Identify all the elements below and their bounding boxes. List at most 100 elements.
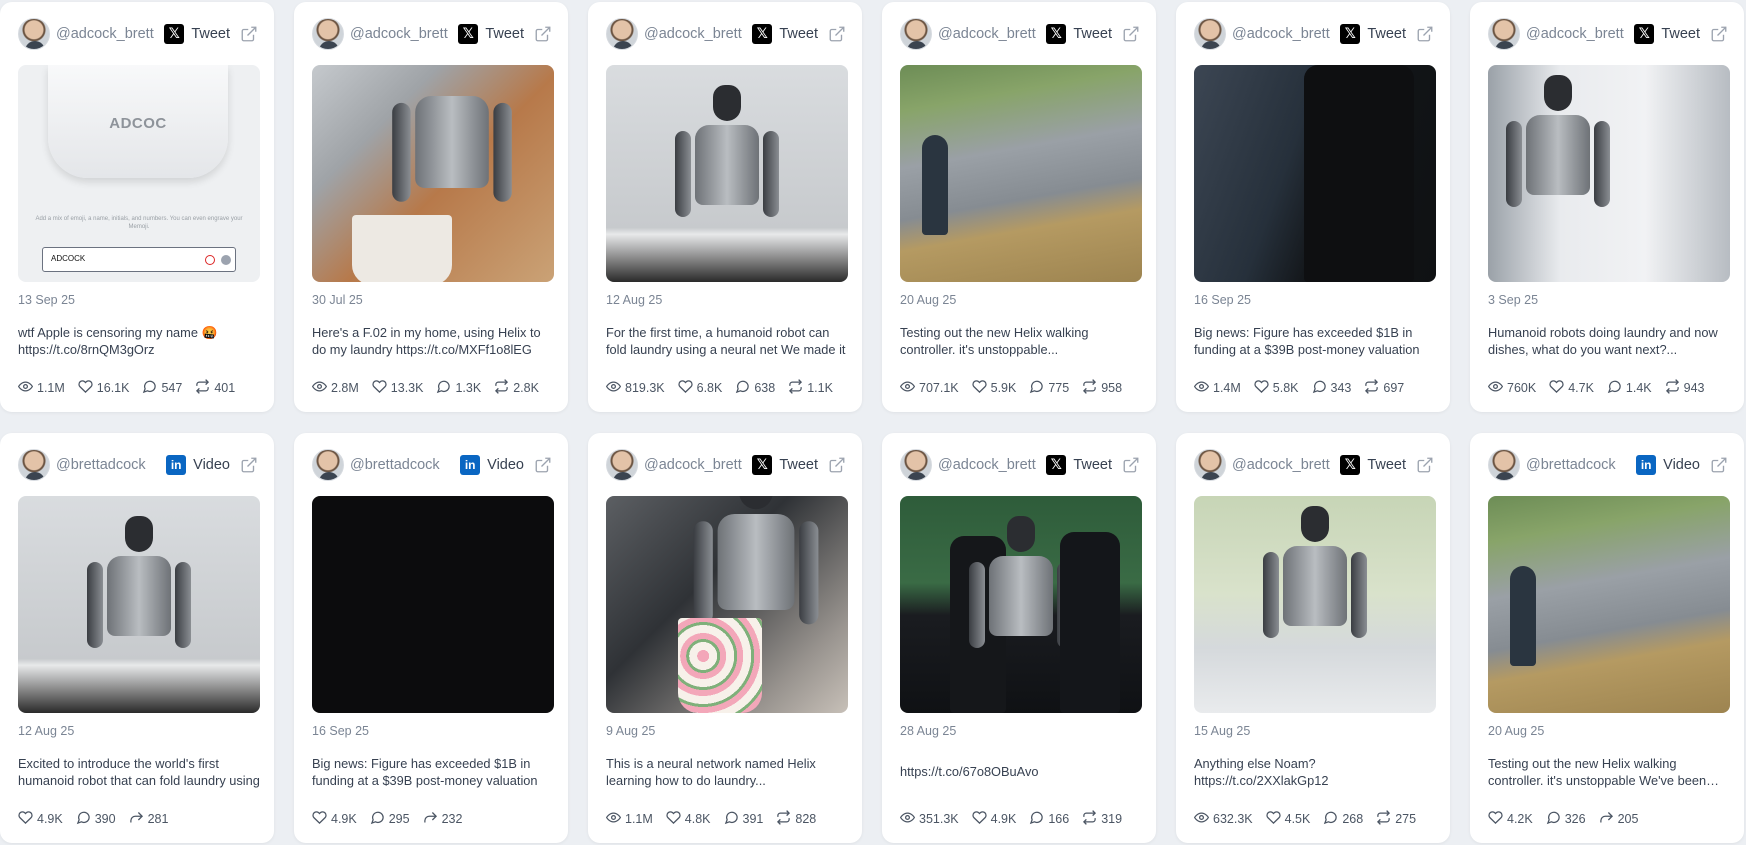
author-handle[interactable]: @adcock_brett xyxy=(938,457,1036,473)
post-card[interactable]: @adcock_brett 𝕏 Tweet 30 Jul 25 Here's a F.0… xyxy=(294,2,568,412)
post-date: 12 Aug 25 xyxy=(606,293,663,307)
comment-icon xyxy=(735,379,754,397)
post-text: Anything else Noam? https://t.co/2XXlakG… xyxy=(1194,756,1329,788)
author-handle[interactable]: @adcock_brett xyxy=(938,26,1036,42)
avatar[interactable] xyxy=(1488,18,1520,50)
post-media[interactable] xyxy=(1488,65,1730,282)
avatar[interactable] xyxy=(900,449,932,481)
card-header: @adcock_brett 𝕏 Tweet xyxy=(1194,449,1434,481)
post-card[interactable]: @adcock_brett 𝕏 Tweet 15 Aug 25 Anything els… xyxy=(1176,433,1450,843)
comment-icon xyxy=(1607,379,1626,397)
post-media[interactable]: ADCOC Add a mix of emoji, a name, initial… xyxy=(18,65,260,282)
stat-eye: 760K xyxy=(1487,379,1536,397)
external-link-icon[interactable] xyxy=(1122,25,1140,43)
engraving-field: ADCOCK xyxy=(42,247,236,272)
external-link-icon[interactable] xyxy=(240,25,258,43)
author-handle[interactable]: @adcock_brett xyxy=(1232,457,1330,473)
post-card[interactable]: @adcock_brett 𝕏 Tweet 16 Sep 25 Big news: Fi… xyxy=(1176,2,1450,412)
platform-label: Tweet xyxy=(779,457,818,473)
avatar[interactable] xyxy=(18,18,50,50)
avatar[interactable] xyxy=(900,18,932,50)
post-media[interactable] xyxy=(606,65,848,282)
post-media[interactable] xyxy=(900,496,1142,713)
avatar[interactable] xyxy=(1194,18,1226,50)
post-card[interactable]: @adcock_brett 𝕏 Tweet 3 Sep 25 Humanoid robo… xyxy=(1470,2,1744,412)
post-media[interactable] xyxy=(900,65,1142,282)
external-link-icon[interactable] xyxy=(828,25,846,43)
stat-value: 4.9K xyxy=(990,812,1017,826)
stat-comment: 1.3K xyxy=(436,379,481,397)
retweet-icon xyxy=(1082,810,1101,828)
post-card[interactable]: @adcock_brett 𝕏 Tweet 12 Aug 25 For the firs… xyxy=(588,2,862,412)
post-stats: 707.1K 5.9K 775 958 xyxy=(899,379,1135,397)
post-card[interactable]: @adcock_brett 𝕏 Tweet 28 Aug 25 https://t.co… xyxy=(882,433,1156,843)
avatar[interactable] xyxy=(18,449,50,481)
post-media[interactable] xyxy=(1194,496,1436,713)
stat-value: 4.8K xyxy=(684,812,711,826)
author-handle[interactable]: @adcock_brett xyxy=(644,26,742,42)
post-media[interactable] xyxy=(18,496,260,713)
external-link-icon[interactable] xyxy=(1710,25,1728,43)
post-media[interactable] xyxy=(1194,65,1436,282)
post-date: 30 Jul 25 xyxy=(312,293,363,307)
post-media[interactable] xyxy=(1488,496,1730,713)
stat-value: 391 xyxy=(742,812,764,826)
post-media[interactable] xyxy=(312,65,554,282)
post-card[interactable]: @brettadcock in Video 12 Aug 25 Excited to i… xyxy=(0,433,274,843)
external-link-icon[interactable] xyxy=(534,25,552,43)
post-stats: 351.3K 4.9K 166 319 xyxy=(899,810,1135,828)
author-handle[interactable]: @adcock_brett xyxy=(644,457,742,473)
external-link-icon[interactable] xyxy=(1710,456,1728,474)
author-handle[interactable]: @brettadcock xyxy=(350,457,440,473)
avatar[interactable] xyxy=(1488,449,1520,481)
post-text: wtf Apple is censoring my name 🤬 https:/… xyxy=(18,325,218,357)
stat-eye: 632.3K xyxy=(1193,810,1253,828)
external-link-icon[interactable] xyxy=(828,456,846,474)
external-link-icon[interactable] xyxy=(1122,456,1140,474)
stat-value: 4.2K xyxy=(1507,812,1533,826)
post-card[interactable]: @adcock_brett 𝕏 Tweet 9 Aug 25 This is a neu… xyxy=(588,433,862,843)
post-date: 20 Aug 25 xyxy=(900,293,957,307)
external-link-icon[interactable] xyxy=(1416,456,1434,474)
comment-icon xyxy=(76,810,95,828)
author-handle[interactable]: @adcock_brett xyxy=(1526,26,1624,42)
stat-value: 1.4K xyxy=(1625,381,1652,395)
avatar[interactable] xyxy=(312,449,344,481)
stat-share: 205 xyxy=(1599,810,1638,828)
stat-heart: 13.3K xyxy=(372,379,423,397)
airpods-case: ADCOC xyxy=(48,65,228,178)
heart-icon xyxy=(1549,379,1568,397)
comment-icon xyxy=(724,810,743,828)
platform-label: Tweet xyxy=(1073,457,1112,473)
post-text: Humanoid robots doing laundry and now di… xyxy=(1488,325,1718,357)
external-link-icon[interactable] xyxy=(240,456,258,474)
avatar[interactable] xyxy=(312,18,344,50)
post-card[interactable]: @brettadcock in Video 20 Aug 25 Testing out … xyxy=(1470,433,1744,843)
stat-comment: 1.4K xyxy=(1607,379,1652,397)
author-handle[interactable]: @adcock_brett xyxy=(350,26,448,42)
card-header: @adcock_brett 𝕏 Tweet xyxy=(1488,18,1728,50)
author-handle[interactable]: @brettadcock xyxy=(1526,457,1616,473)
author-handle[interactable]: @adcock_brett xyxy=(1232,26,1330,42)
stat-comment: 166 xyxy=(1029,810,1069,828)
post-media[interactable] xyxy=(312,496,554,713)
eye-icon xyxy=(605,810,625,828)
post-media[interactable] xyxy=(606,496,848,713)
post-card[interactable]: @adcock_brett 𝕏 Tweet ADCOC Add a mix of emo… xyxy=(0,2,274,412)
external-link-icon[interactable] xyxy=(534,456,552,474)
stat-comment: 390 xyxy=(76,810,116,828)
post-stats: 760K 4.7K 1.4K 943 xyxy=(1487,379,1718,397)
stat-value: 295 xyxy=(388,812,410,826)
x-logo-icon: 𝕏 xyxy=(1340,24,1361,44)
platform-label: Video xyxy=(193,457,230,473)
stat-value: 632.3K xyxy=(1213,812,1253,826)
avatar[interactable] xyxy=(606,449,638,481)
retweet-icon xyxy=(1665,379,1684,397)
post-card[interactable]: @brettadcock in Video 16 Sep 25 Big news: Fi… xyxy=(294,433,568,843)
post-card[interactable]: @adcock_brett 𝕏 Tweet 20 Aug 25 Testing out … xyxy=(882,2,1156,412)
author-handle[interactable]: @adcock_brett xyxy=(56,26,154,42)
avatar[interactable] xyxy=(1194,449,1226,481)
author-handle[interactable]: @brettadcock xyxy=(56,457,146,473)
avatar[interactable] xyxy=(606,18,638,50)
external-link-icon[interactable] xyxy=(1416,25,1434,43)
